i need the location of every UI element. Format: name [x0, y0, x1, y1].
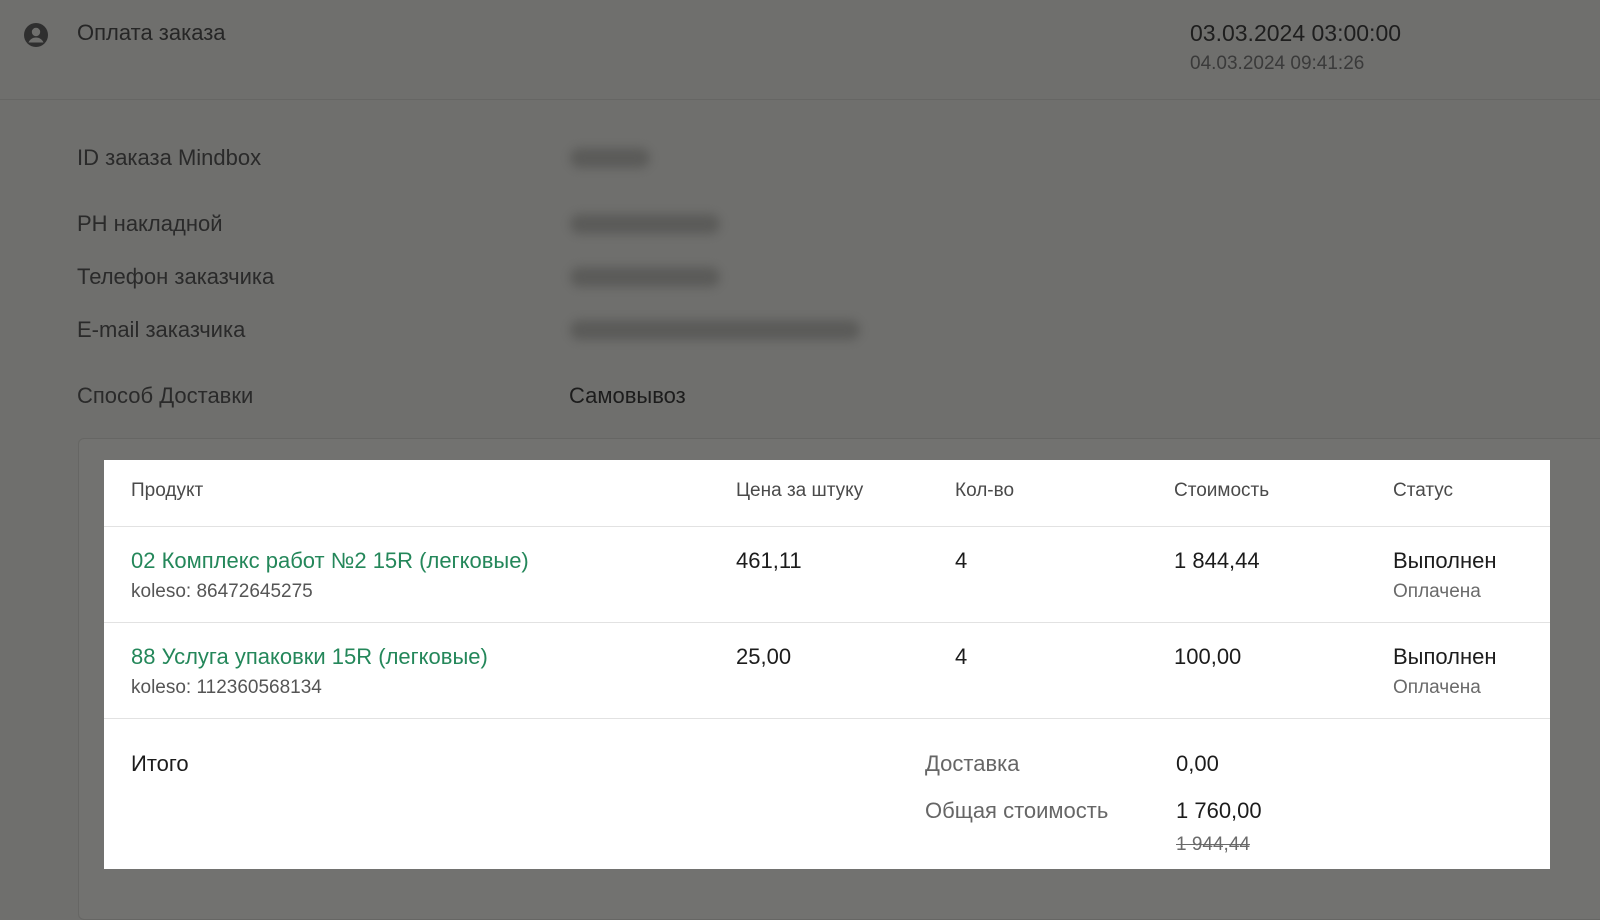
total-cost-label: Общая стоимость: [925, 798, 1109, 823]
product-sku: koleso: 112360568134: [131, 677, 322, 698]
column-header-product: Продукт: [131, 480, 204, 501]
field-label-invoice: РН накладной: [77, 211, 223, 236]
quantity: 4: [955, 548, 968, 573]
unit-price: 25,00: [736, 644, 792, 669]
event-datetime-secondary: 04.03.2024 09:41:26: [1190, 53, 1365, 74]
payment-status: Оплачена: [1393, 677, 1481, 698]
field-label-phone: Телефон заказчика: [77, 264, 275, 289]
line-status: Выполнен: [1393, 644, 1497, 669]
user-circle-icon: [24, 23, 48, 47]
column-header-cost: Стоимость: [1174, 480, 1270, 501]
total-cost-value: 1 760,00: [1176, 798, 1262, 823]
event-datetime-primary: 03.03.2024 03:00:00: [1190, 20, 1402, 46]
payment-status: Оплачена: [1393, 581, 1481, 602]
header-divider: [104, 526, 1550, 527]
delivery-method-value: Самовывоз: [569, 383, 686, 408]
column-header-quantity: Кол-во: [955, 480, 1015, 501]
invoice-value-redacted: [570, 214, 720, 234]
unit-price: 461,11: [736, 548, 802, 573]
delivery-value: 0,00: [1176, 751, 1219, 776]
field-label-order-id: ID заказа Mindbox: [77, 145, 262, 170]
quantity: 4: [955, 644, 968, 669]
line-cost: 100,00: [1174, 644, 1242, 669]
product-link[interactable]: 88 Услуга упаковки 15R (легковые): [131, 644, 488, 670]
delivery-label: Доставка: [925, 751, 1020, 776]
total-cost-original: 1 944,44: [1176, 834, 1250, 855]
product-link[interactable]: 02 Комплекс работ №2 15R (легковые): [131, 548, 529, 574]
order-items-table: Продукт Цена за штуку Кол-во Стоимость С…: [104, 460, 1550, 869]
phone-value-redacted: [570, 267, 720, 287]
line-status: Выполнен: [1393, 548, 1497, 573]
line-cost: 1 844,44: [1174, 548, 1260, 573]
field-label-delivery-method: Способ Доставки: [77, 383, 254, 408]
row-divider: [104, 718, 1550, 719]
event-title: Оплата заказа: [77, 20, 226, 45]
order-id-value-redacted: [570, 148, 650, 168]
field-label-email: E-mail заказчика: [77, 317, 246, 342]
column-header-status: Статус: [1393, 480, 1454, 501]
totals-title: Итого: [131, 751, 189, 776]
column-header-unit-price: Цена за штуку: [736, 480, 864, 501]
row-divider: [104, 622, 1550, 623]
email-value-redacted: [570, 320, 860, 340]
event-header: Оплата заказа 03.03.2024 03:00:00 04.03.…: [0, 0, 1600, 100]
product-sku: koleso: 86472645275: [131, 581, 313, 602]
